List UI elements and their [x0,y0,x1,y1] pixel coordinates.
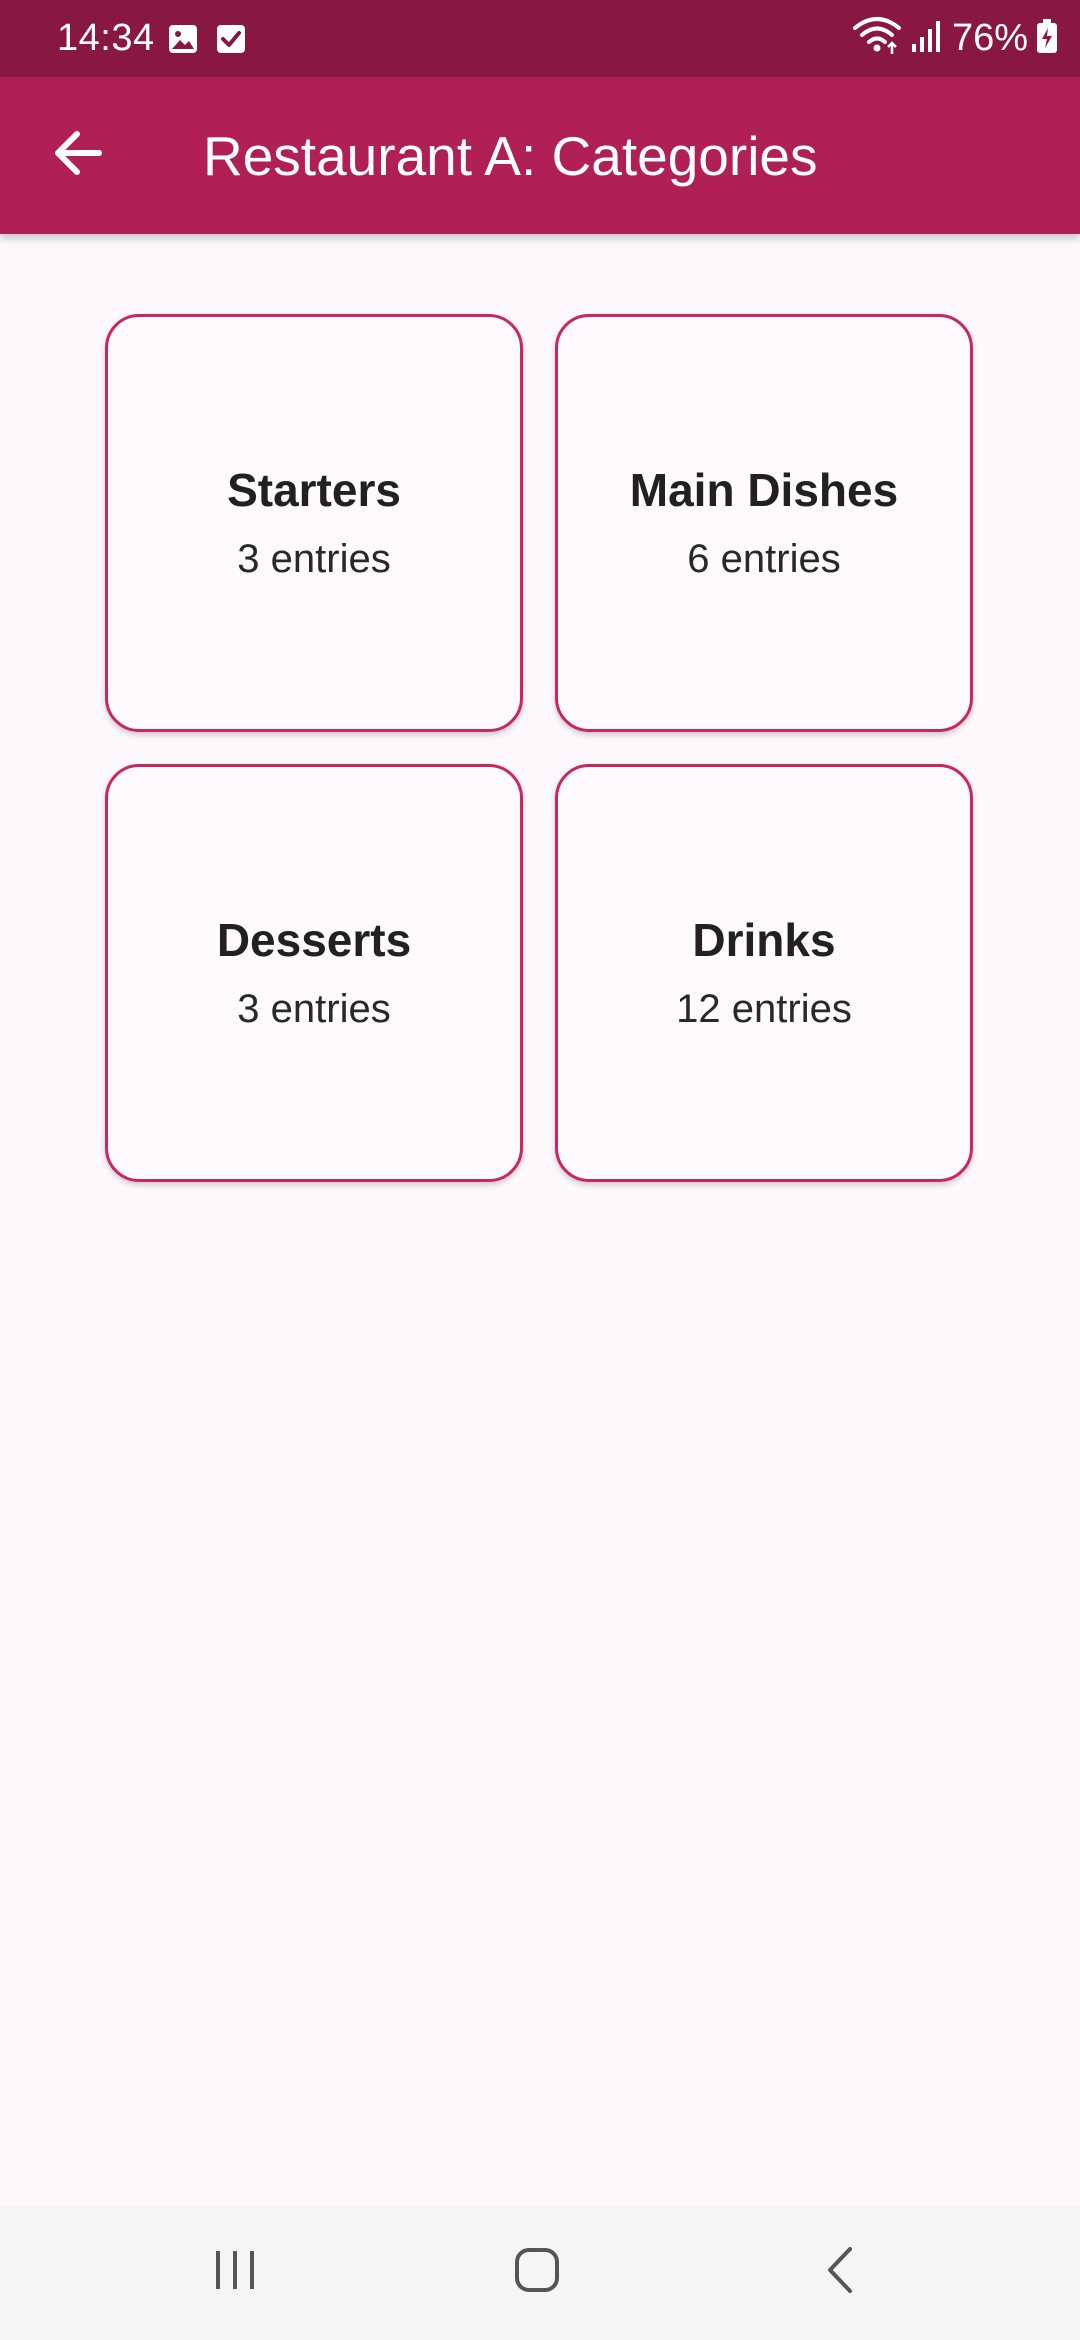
category-card-main-dishes[interactable]: Main Dishes 6 entries [555,314,973,732]
category-card-drinks[interactable]: Drinks 12 entries [555,764,973,1182]
recent-apps-icon [212,2247,258,2298]
back-icon [822,2245,858,2300]
recent-apps-button[interactable] [175,2227,295,2317]
home-button[interactable] [477,2227,597,2317]
page-title: Restaurant A: Categories [203,125,818,187]
app-bar: Restaurant A: Categories [0,77,1080,234]
status-bar: 14:34 76% [0,0,1080,77]
category-entry-count: 3 entries [237,987,391,1031]
screen: 14:34 76% Restaurant A: Categories Start… [0,0,1080,2340]
signal-icon [910,18,944,59]
checkbox-icon [216,24,246,54]
image-icon [168,24,198,54]
battery-percent: 76% [951,17,1028,59]
back-button[interactable] [38,115,118,195]
system-nav-bar [0,2205,1080,2340]
category-card-starters[interactable]: Starters 3 entries [105,314,523,732]
home-icon [513,2246,561,2299]
arrow-back-icon [53,130,103,181]
category-title: Starters [227,464,401,516]
category-entry-count: 6 entries [687,537,841,581]
category-title: Desserts [216,914,412,966]
category-entry-count: 12 entries [676,987,852,1031]
category-card-desserts[interactable]: Desserts 3 entries [105,764,523,1182]
status-time: 14:34 [57,17,155,59]
nav-back-button[interactable] [780,2227,900,2317]
category-title: Drinks [692,914,836,966]
status-right-group: 76% [852,16,1058,60]
battery-charging-icon [1036,18,1058,59]
category-title: Main Dishes [629,464,899,516]
category-entry-count: 3 entries [237,537,391,581]
wifi-icon [852,16,902,61]
